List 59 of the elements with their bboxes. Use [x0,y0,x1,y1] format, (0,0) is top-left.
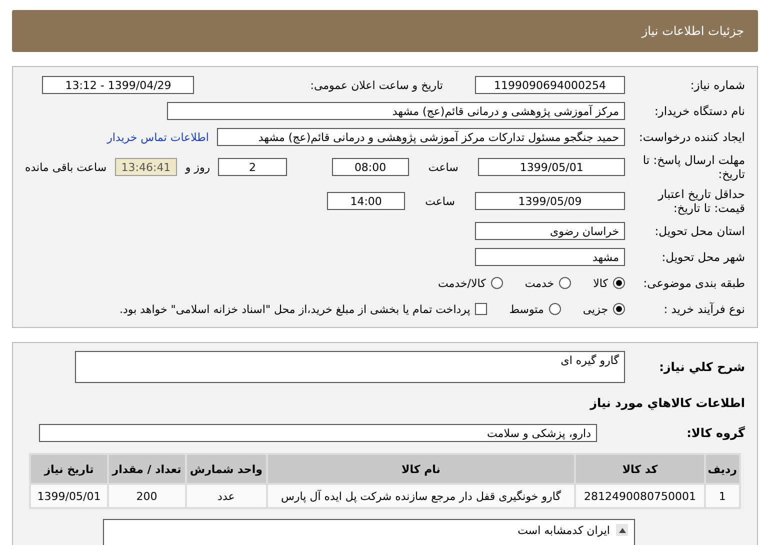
field-label: نام دستگاه خریدار: [653,104,745,118]
radio-button[interactable] [613,277,625,289]
field-label: متوسط [509,302,544,316]
field-label: گروه کالا: [686,426,745,440]
column-header: کد کالا [576,455,704,483]
table-cell: 1399/05/01 [31,485,107,507]
table-cell: 2812490080750001 [576,485,704,507]
column-header: نام کالا [268,455,574,483]
field-label: حداقل تاریخ اعتبار قیمت: تا تاریخ: [656,187,745,215]
radio-button[interactable] [559,277,572,289]
deadline-date-field: 1399/05/01 [478,158,625,176]
announce-date-field: 1399/04/29 - 13:12 [42,76,194,94]
notes-text: ایران کدمشابه است [518,524,610,537]
field-label: کالا/خدمت [438,276,486,290]
field-label: ساعت [425,194,455,208]
field-label: جزیی [582,302,608,316]
field-label: ساعت باقی مانده [24,160,107,174]
description-field: گارو گیره ای [75,351,625,383]
field-label: کالا [593,276,608,290]
field-label: شماره نیاز: [689,78,745,92]
table-cell: گارو خونگیری قفل دار مرجع سازنده شرکت پل ایده آل پارس [268,485,574,507]
remaining-time-field: 13:46:41 [114,158,178,176]
radio-button[interactable] [490,277,503,289]
field-label: طبقه بندی موضوعی: [642,276,745,290]
days-field: 2 [218,158,287,176]
field-label: ایجاد کننده درخواست: [638,130,745,144]
field-label: تاریخ و ساعت اعلان عمومی: [310,78,443,92]
column-header: واحد شمارش [186,455,266,483]
field-label: نوع فرآیند خرید : [662,302,745,316]
table-cell: 200 [109,485,185,507]
table-cell: عدد [186,485,266,507]
column-header: تعداد / مقدار [109,455,185,483]
table-cell: 1 [706,485,739,507]
column-header: تاریخ نیاز [31,455,107,483]
buyer-field: مرکز آموزشی پژوهشی و درمانی قائم(عج) مشهد [167,102,625,120]
city-field: مشهد [475,248,625,266]
field-label: ساعت [428,160,458,174]
field-label: روز و [185,160,210,174]
section-title: اطلاعات کالاهاي مورد نیاز [590,396,745,410]
checkbox[interactable] [475,303,488,315]
field-label: شهر محل تحویل: [660,250,745,264]
field-label: استان محل تحویل: [654,224,745,238]
scroll-up-icon[interactable] [616,524,628,536]
radio-button[interactable] [548,303,561,315]
field-label: پرداخت تمام یا بخشی از مبلغ خرید،از محل "اسناد خزانه اسلامی" خواهد بود. [120,302,470,316]
validity-date-field: 1399/05/09 [475,192,625,210]
field-label: شرح کلي نیاز: [658,360,745,374]
field-label: خدمت [524,276,554,290]
goods-group-field: دارو، پزشکی و سلامت [39,424,597,442]
province-field: خراسان رضوی [475,222,625,240]
need-number-field: 1199090694000254 [475,76,625,94]
creator-field: حمید جنگجو مسئول تدارکات مرکز آموزشی پژوهشی و درمانی قائم(عج) مشهد [217,128,625,146]
validity-time-field: 14:00 [327,192,406,210]
deadline-time-field: 08:00 [332,158,408,176]
buyer-contact-link[interactable]: اطلاعات تماس خریدار [107,130,209,144]
radio-button[interactable] [613,303,625,315]
page-title: جزئیات اطلاعات نیاز [642,24,744,38]
field-label: مهلت ارسال پاسخ: تا تاریخ: [642,153,745,181]
column-header: ردیف [706,455,739,483]
